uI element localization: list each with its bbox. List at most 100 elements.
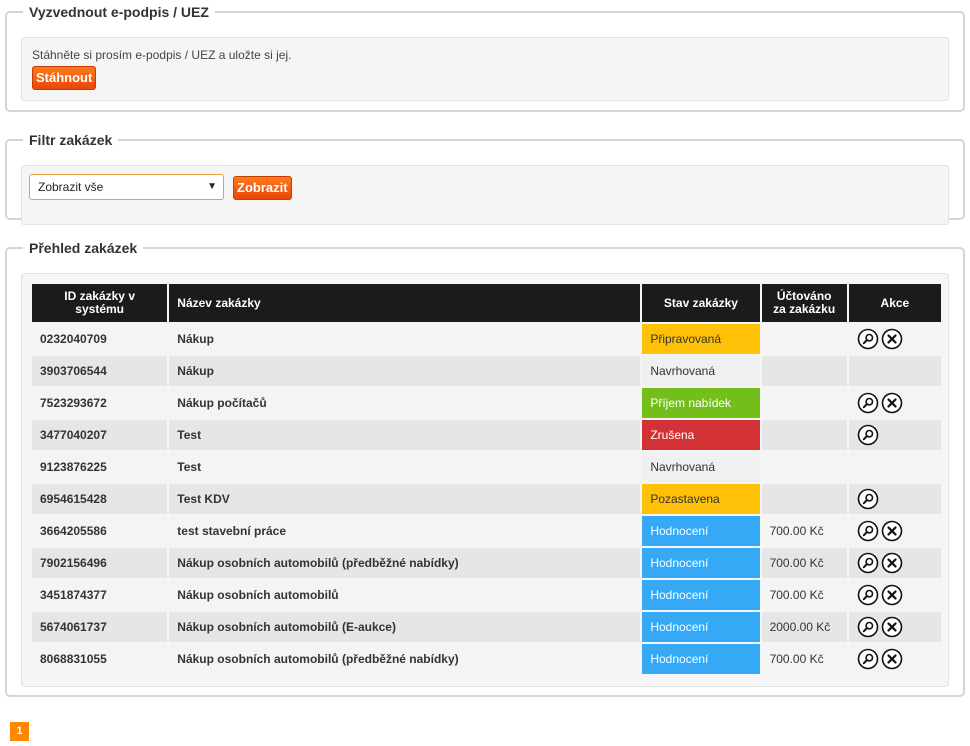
filter-section: Filtr zakázek Zobrazit vše ▼ Zobrazit [5,132,965,225]
order-actions [848,420,941,450]
status-badge: Příjem nabídek [642,388,760,418]
table-row: 6954615428 Test KDV Pozastavena [32,484,941,514]
magnifier-icon[interactable] [857,520,879,542]
epodpis-panel: Stáhněte si prosím e-podpis / UEZ a ulož… [21,37,949,101]
status-badge: Hodnocení [642,580,760,610]
table-row: 7523293672 Nákup počítačů Příjem nabídek [32,388,941,418]
order-billed: 700.00 Kč [761,516,847,546]
order-id: 9123876225 [32,452,168,482]
close-circle-icon[interactable] [881,552,903,574]
order-billed [761,388,847,418]
order-billed [761,484,847,514]
order-name: Test [169,452,641,482]
order-name: Nákup [169,356,641,386]
order-billed [761,324,847,354]
download-button[interactable]: Stáhnout [32,66,97,90]
table-row: 5674061737 Nákup osobních automobilů (E-a… [32,612,941,642]
order-billed: 2000.00 Kč [761,612,847,642]
table-row: 7902156496 Nákup osobních automobilů (pře… [32,548,941,578]
col-id-header: ID zakázky v systému [32,284,168,322]
magnifier-icon[interactable] [857,584,879,606]
order-id: 3903706544 [32,356,168,386]
table-row: 8068831055 Nákup osobních automobilů (pře… [32,644,941,674]
order-billed: 700.00 Kč [761,644,847,674]
close-circle-icon[interactable] [881,648,903,670]
order-name: test stavební práce [169,516,641,546]
table-row: 3664205586 test stavební práce Hodnocení 70… [32,516,941,546]
close-circle-icon[interactable] [881,584,903,606]
status-badge: Hodnocení [642,548,760,578]
order-actions [848,484,941,514]
status-badge: Navrhovaná [642,452,760,482]
close-circle-icon[interactable] [881,616,903,638]
order-billed [761,452,847,482]
order-name: Nákup osobních automobilů (předběžné nab… [169,644,641,674]
order-id: 3664205586 [32,516,168,546]
order-name: Nákup počítačů [169,388,641,418]
order-id: 3451874377 [32,580,168,610]
order-id: 3477040207 [32,420,168,450]
table-row: 3477040207 Test Zrušena [32,420,941,450]
filter-panel: Zobrazit vše ▼ Zobrazit [21,165,949,225]
status-badge: Hodnocení [642,612,760,642]
status-badge: Pozastavena [642,484,760,514]
magnifier-icon[interactable] [857,424,879,446]
order-id: 6954615428 [32,484,168,514]
order-actions [848,388,941,418]
order-id: 0232040709 [32,324,168,354]
status-badge: Zrušena [642,420,760,450]
orders-section: Přehled zakázek ID zakázky v systému Náz… [5,240,965,697]
order-actions [848,548,941,578]
pagination-current-page[interactable]: 1 [10,722,29,741]
orders-header-row: ID zakázky v systému Název zakázky Stav … [32,284,941,322]
orders-body: 0232040709 Nákup Připravovaná 3903706544 Nák… [32,324,941,674]
magnifier-icon[interactable] [857,488,879,510]
order-actions [848,612,941,642]
order-id: 7523293672 [32,388,168,418]
order-billed: 700.00 Kč [761,548,847,578]
show-button[interactable]: Zobrazit [233,176,292,200]
order-name: Nákup osobních automobilů (předběžné nab… [169,548,641,578]
table-row: 3451874377 Nákup osobních automobilů Hodno… [32,580,941,610]
order-billed [761,356,847,386]
order-id: 8068831055 [32,644,168,674]
epodpis-text: Stáhněte si prosím e-podpis / UEZ a ulož… [32,48,292,62]
orders-table: ID zakázky v systému Název zakázky Stav … [30,282,943,676]
col-status-header: Stav zakázky [642,284,760,322]
order-actions [848,516,941,546]
filter-legend: Filtr zakázek [29,132,113,148]
epodpis-section: Vyzvednout e-podpis / UEZ Stáhněte si pr… [5,4,965,112]
col-actions-header: Akce [848,284,941,322]
col-name-header: Název zakázky [169,284,641,322]
order-id: 5674061737 [32,612,168,642]
table-row: 9123876225 Test Navrhovaná [32,452,941,482]
magnifier-icon[interactable] [857,552,879,574]
magnifier-icon[interactable] [857,616,879,638]
order-billed [761,420,847,450]
table-row: 3903706544 Nákup Navrhovaná [32,356,941,386]
status-badge: Hodnocení [642,516,760,546]
orders-panel: ID zakázky v systému Název zakázky Stav … [21,273,949,687]
status-badge: Navrhovaná [642,356,760,386]
order-name: Test [169,420,641,450]
order-actions [848,452,941,482]
order-name: Nákup [169,324,641,354]
status-badge: Připravovaná [642,324,760,354]
order-name: Test KDV [169,484,641,514]
close-circle-icon[interactable] [881,520,903,542]
magnifier-icon[interactable] [857,392,879,414]
status-badge: Hodnocení [642,644,760,674]
order-id: 7902156496 [32,548,168,578]
order-name: Nákup osobních automobilů (E-aukce) [169,612,641,642]
filter-select[interactable]: Zobrazit vše ▼ [29,174,224,200]
magnifier-icon[interactable] [857,328,879,350]
orders-legend: Přehled zakázek [29,240,138,256]
close-circle-icon[interactable] [881,328,903,350]
epodpis-legend: Vyzvednout e-podpis / UEZ [29,4,209,20]
table-row: 0232040709 Nákup Připravovaná [32,324,941,354]
order-actions [848,644,941,674]
chevron-down-icon: ▼ [207,181,217,192]
magnifier-icon[interactable] [857,648,879,670]
close-circle-icon[interactable] [881,392,903,414]
order-billed: 700.00 Kč [761,580,847,610]
